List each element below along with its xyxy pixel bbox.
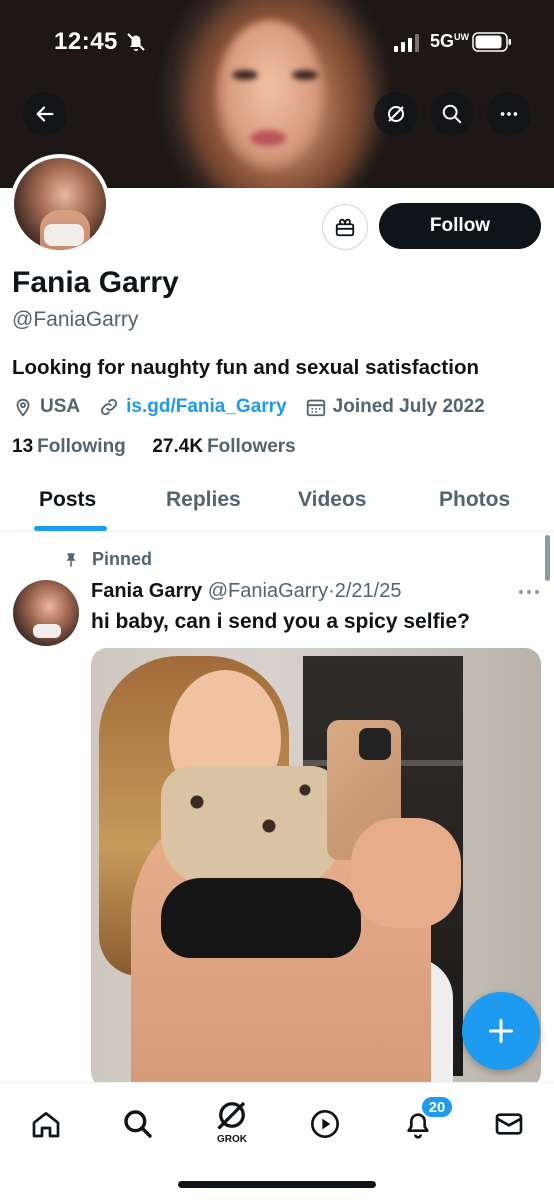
network-label: 5GUW bbox=[430, 31, 470, 51]
home-icon bbox=[32, 1112, 60, 1138]
link-icon bbox=[101, 398, 118, 416]
profile-meta: USA is.gd/Fania_Garry Joined July 2022 bbox=[12, 394, 503, 420]
image-hand bbox=[351, 818, 461, 928]
grok-icon bbox=[388, 106, 404, 122]
notifications-badge: 20 bbox=[420, 1095, 454, 1119]
battery-icon bbox=[472, 32, 511, 52]
search-button[interactable] bbox=[430, 92, 474, 136]
search-icon bbox=[442, 104, 462, 124]
nav-grok[interactable]: GROK bbox=[207, 1093, 257, 1149]
scrollbar[interactable] bbox=[545, 535, 550, 581]
website-link[interactable]: is.gd/Fania_Garry bbox=[126, 396, 287, 418]
post-separator: · bbox=[328, 580, 335, 602]
nav-search[interactable] bbox=[113, 1099, 163, 1149]
profile-name: Fania Garry bbox=[12, 266, 179, 299]
search-icon bbox=[124, 1110, 152, 1138]
post-text: hi baby, can i send you a spicy selfie? bbox=[91, 610, 470, 633]
tab-posts[interactable]: Posts bbox=[39, 488, 96, 512]
grok-label: GROK bbox=[217, 1134, 247, 1145]
image-bra bbox=[161, 878, 361, 958]
back-button[interactable] bbox=[23, 92, 67, 136]
tab-replies[interactable]: Replies bbox=[166, 488, 241, 512]
pinned-label: Pinned bbox=[62, 549, 152, 570]
signal-icon bbox=[394, 34, 419, 52]
plus-icon bbox=[488, 1018, 514, 1044]
messages-icon bbox=[495, 1113, 523, 1135]
banner-lips bbox=[250, 130, 286, 146]
video-icon bbox=[311, 1110, 339, 1138]
compose-button[interactable] bbox=[462, 992, 540, 1070]
profile-handle: @FaniaGarry bbox=[12, 308, 139, 331]
location-icon bbox=[16, 398, 30, 417]
post-avatar[interactable] bbox=[13, 580, 79, 646]
follow-stats: 13 Following 27.4K Followers bbox=[12, 436, 296, 458]
pin-icon bbox=[66, 552, 76, 567]
tab-photos[interactable]: Photos bbox=[439, 488, 510, 512]
more-icon bbox=[500, 112, 518, 116]
more-button[interactable] bbox=[487, 92, 531, 136]
post-header: Fania Garry @FaniaGarry·2/21/25 bbox=[91, 580, 401, 603]
calendar-icon bbox=[306, 399, 325, 417]
banner-eye bbox=[292, 70, 318, 80]
following-link[interactable]: 13 Following bbox=[12, 436, 126, 457]
post-author-name[interactable]: Fania Garry bbox=[91, 580, 202, 602]
tab-videos[interactable]: Videos bbox=[298, 488, 366, 512]
nav-video[interactable] bbox=[300, 1099, 350, 1149]
location: USA bbox=[12, 396, 80, 418]
website[interactable]: is.gd/Fania_Garry bbox=[98, 396, 287, 418]
avatar-clothing bbox=[44, 224, 84, 246]
profile-tabs: Posts Replies Videos Photos bbox=[0, 470, 554, 532]
profile-avatar[interactable] bbox=[10, 154, 110, 254]
home-indicator[interactable] bbox=[178, 1181, 376, 1188]
nav-home[interactable] bbox=[21, 1099, 71, 1149]
gift-icon bbox=[335, 218, 355, 237]
profile-bio: Looking for naughty fun and sexual satis… bbox=[12, 356, 479, 379]
post-date[interactable]: 2/21/25 bbox=[335, 580, 402, 602]
avatar-clothing bbox=[33, 624, 61, 638]
post-author-handle[interactable]: @FaniaGarry bbox=[208, 580, 328, 602]
grok-icon bbox=[217, 1101, 246, 1130]
active-tab-indicator bbox=[34, 526, 107, 531]
gift-button[interactable] bbox=[322, 204, 368, 250]
follow-button[interactable]: Follow bbox=[379, 203, 541, 249]
image-shirt bbox=[161, 766, 341, 886]
bell-off-icon bbox=[127, 33, 145, 51]
grok-button[interactable] bbox=[374, 92, 418, 136]
banner-eye bbox=[232, 70, 258, 80]
back-arrow-icon bbox=[36, 106, 54, 122]
status-time: 12:45 bbox=[54, 28, 118, 55]
joined-date: Joined July 2022 bbox=[305, 396, 485, 418]
followers-link[interactable]: 27.4K Followers bbox=[152, 436, 295, 457]
post-more-icon[interactable] bbox=[518, 588, 540, 596]
status-bar: 12:45 5GUW bbox=[0, 24, 554, 60]
nav-messages[interactable] bbox=[484, 1099, 534, 1149]
